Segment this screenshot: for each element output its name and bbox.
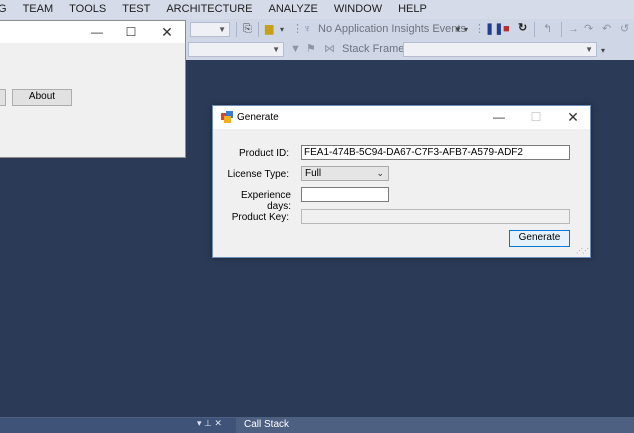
- background-form-window[interactable]: — ☐ ✕ About: [0, 20, 186, 158]
- toolbar-separator: [561, 22, 562, 37]
- menu-architecture[interactable]: ARCHITECTURE: [158, 0, 260, 19]
- flag-icon[interactable]: ⚑: [306, 41, 316, 57]
- toolbar-separator: [258, 22, 259, 37]
- chevron-down-icon: ⌄: [376, 168, 384, 178]
- dialog-titlebar[interactable]: Generate — ☐ ✕: [213, 106, 590, 129]
- step-into-icon[interactable]: →: [568, 21, 579, 37]
- threads-icon[interactable]: ⋈: [324, 41, 335, 57]
- close-icon[interactable]: ✕: [214, 418, 222, 428]
- menu-window[interactable]: WINDOW: [326, 0, 390, 19]
- thread-combo[interactable]: ▼: [188, 42, 284, 57]
- grip-icon: ⋮: [474, 23, 485, 35]
- dialog-title: Generate: [237, 112, 279, 123]
- tool-window-bar: ▾ ⊥ ✕ Call Stack: [0, 417, 634, 433]
- resize-grip-icon[interactable]: ⋰⋰: [576, 247, 589, 255]
- product-id-label: Product ID:: [238, 148, 289, 159]
- stack-frame-combo[interactable]: ▼: [403, 42, 597, 57]
- menu-team[interactable]: TEAM: [15, 0, 62, 19]
- overflow-icon[interactable]: ▾: [280, 22, 284, 38]
- show-next-statement-icon[interactable]: ↰: [543, 21, 552, 37]
- call-stack-tab[interactable]: Call Stack: [244, 419, 289, 430]
- pane-controls: ▾ ⊥ ✕: [197, 418, 222, 429]
- step-back-icon[interactable]: ↺: [620, 21, 629, 37]
- solution-explorer-icon[interactable]: ▆: [265, 21, 273, 37]
- menu-analyze[interactable]: ANALYZE: [261, 0, 326, 19]
- filter-icon[interactable]: ▼: [290, 41, 301, 57]
- insights-dropdown-icon[interactable]: ▼: [454, 22, 462, 38]
- experience-days-field[interactable]: [301, 187, 389, 202]
- background-window-titlebar[interactable]: — ☐ ✕: [0, 21, 185, 44]
- dropdown-arrow-icon: ▼: [272, 45, 280, 54]
- insights-icon: ♆: [303, 23, 312, 35]
- product-id-field[interactable]: FEA1-474B-5C94-DA67-C7F3-AFB7-A579-ADF2: [301, 145, 570, 160]
- maximize-icon[interactable]: ☐: [113, 21, 149, 43]
- dropdown-arrow-icon: ▼: [585, 45, 593, 54]
- menu-tools[interactable]: TOOLS: [61, 0, 114, 19]
- toolbar-separator: [534, 22, 535, 37]
- pin-icon[interactable]: ⊥: [204, 418, 212, 428]
- minimize-icon[interactable]: —: [79, 21, 115, 43]
- menu-help[interactable]: HELP: [390, 0, 435, 19]
- toolbar-separator: [236, 22, 237, 37]
- license-type-label: License Type:: [227, 169, 289, 180]
- maximize-icon: ☐: [530, 110, 542, 124]
- insights-label[interactable]: No Application Insights Events: [318, 21, 466, 37]
- grip-icon: ⋮: [292, 23, 303, 35]
- step-over-icon[interactable]: ↷: [584, 21, 593, 37]
- minimize-icon[interactable]: —: [481, 106, 517, 129]
- stack-frame-label: Stack Frame:: [342, 43, 408, 55]
- menu-debug[interactable]: G: [0, 0, 15, 19]
- experience-days-label: Experience days:: [240, 190, 291, 212]
- close-icon[interactable]: ✕: [149, 21, 185, 43]
- app-icon: [221, 111, 233, 123]
- menu-test[interactable]: TEST: [114, 0, 158, 19]
- dropdown-arrow-icon[interactable]: ▾: [197, 418, 202, 428]
- generate-button[interactable]: Generate: [509, 230, 570, 247]
- license-type-value: Full: [305, 168, 322, 179]
- menu-bar: G TEAM TOOLS TEST ARCHITECTURE ANALYZE W…: [0, 0, 634, 19]
- product-key-label: Product Key:: [231, 212, 289, 223]
- product-key-field[interactable]: [301, 209, 570, 224]
- license-type-select[interactable]: Full ⌄: [301, 166, 389, 181]
- overflow-icon[interactable]: ▾: [464, 22, 468, 38]
- find-icon[interactable]: ⎘: [243, 21, 252, 37]
- pause-icon[interactable]: ❚❚: [485, 21, 503, 37]
- restart-icon[interactable]: ↻: [518, 20, 527, 36]
- stop-icon[interactable]: ■: [503, 21, 510, 37]
- partial-button[interactable]: [0, 89, 6, 106]
- about-button[interactable]: About: [12, 89, 72, 106]
- dropdown-arrow-icon: ▼: [218, 25, 226, 34]
- close-icon[interactable]: ✕: [555, 106, 591, 129]
- generate-dialog: Generate — ☐ ✕ Product ID: FEA1-474B-5C9…: [212, 105, 591, 258]
- solution-platform-combo[interactable]: ▼: [190, 22, 230, 37]
- overflow-icon[interactable]: ▾: [601, 43, 605, 59]
- step-out-icon[interactable]: ↶: [602, 21, 611, 37]
